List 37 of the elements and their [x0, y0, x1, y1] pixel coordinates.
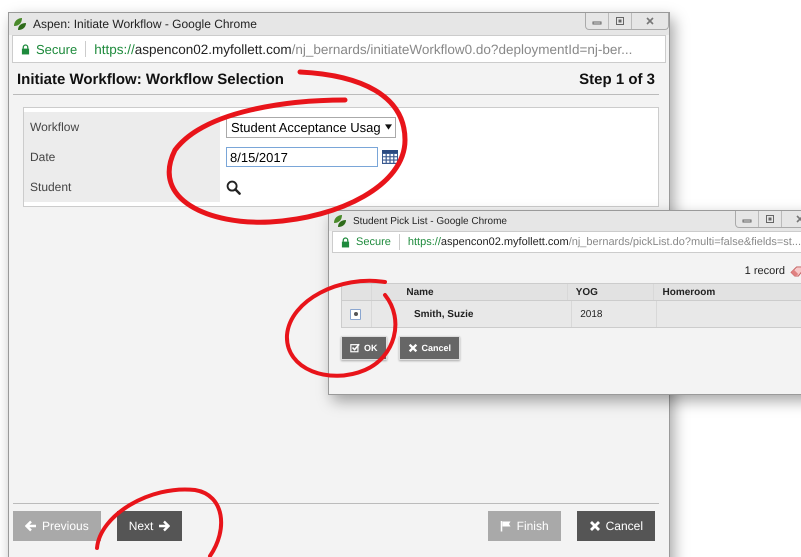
workflow-dropdown[interactable]: Student Acceptance Usag — [226, 116, 396, 138]
close-icon[interactable] — [645, 16, 655, 26]
step-indicator: Step 1 of 3 — [579, 71, 655, 88]
page-title: Initiate Workflow: Workflow Selection — [17, 71, 284, 88]
leaf-logo-icon — [13, 17, 27, 31]
url-text[interactable]: https://aspencon02.myfollett.com/nj_bernards/initiateWorkflow0.do?deploymentId=nj-ber... — [94, 42, 632, 56]
cancel-button[interactable]: Cancel — [398, 336, 460, 360]
search-icon[interactable] — [226, 180, 241, 194]
date-field[interactable]: 8/15/2017 — [226, 147, 378, 167]
caret-icon[interactable] — [384, 124, 392, 130]
field-label: Date — [30, 150, 56, 164]
record-count: 1 record — [744, 265, 785, 277]
ok-button[interactable]: OK — [341, 336, 386, 360]
column-header[interactable]: YOG — [576, 286, 598, 298]
checkbox-icon[interactable] — [350, 343, 360, 353]
window-title: Aspen: Initiate Workflow - Google Chrome — [33, 17, 257, 31]
maximize-icon[interactable] — [615, 16, 625, 26]
window-title: Student Pick List - Google Chrome — [353, 216, 507, 226]
secure-label: Secure — [36, 42, 78, 56]
field-label: Student — [30, 180, 72, 194]
next-button[interactable]: Next — [116, 511, 182, 541]
table-cell: 2018 — [580, 308, 602, 320]
secure-label: Secure — [356, 236, 391, 248]
calendar-icon[interactable] — [382, 150, 398, 164]
column-header[interactable]: Homeroom — [662, 286, 716, 298]
lock-icon — [341, 236, 350, 248]
url-text[interactable]: https://aspencon02.myfollett.com/nj_bernards/pickList.do?multi=false&fields=st... — [408, 236, 801, 248]
arrow-right-icon[interactable] — [158, 520, 170, 532]
leaf-logo-icon — [333, 214, 347, 228]
table-cell: Smith, Suzie — [414, 308, 474, 320]
column-header[interactable]: Name — [406, 286, 434, 298]
eraser-icon[interactable] — [790, 266, 801, 276]
cancel-button[interactable]: Cancel — [576, 511, 655, 541]
radio-button[interactable] — [350, 308, 361, 320]
lock-icon — [21, 44, 30, 54]
maximize-icon[interactable] — [765, 214, 775, 224]
field-label: Workflow — [30, 120, 80, 134]
